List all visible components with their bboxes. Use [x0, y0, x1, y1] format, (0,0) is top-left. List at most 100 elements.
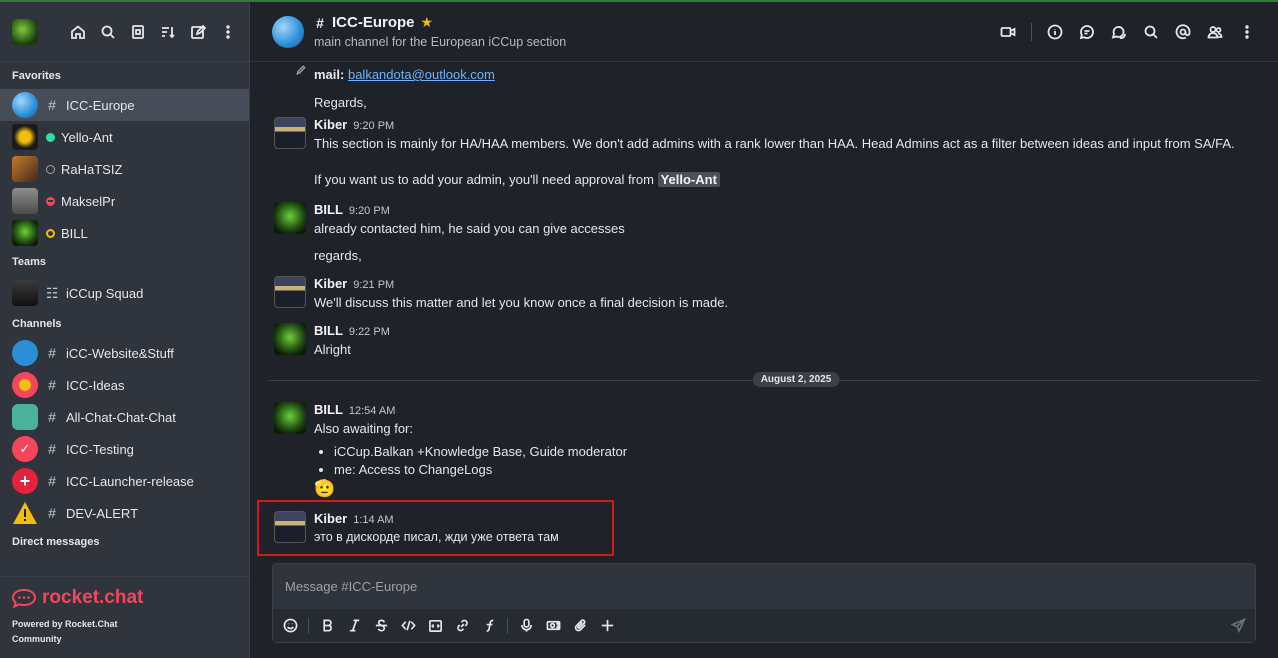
- hash-icon: #: [48, 441, 56, 457]
- sidebar-item-icc-website[interactable]: # iCC-Website&Stuff: [0, 337, 249, 369]
- plus-icon[interactable]: [598, 617, 616, 635]
- sidebar-item-yello-ant[interactable]: Yello-Ant: [0, 121, 249, 153]
- sidebar-item-icc-ideas[interactable]: # ICC-Ideas: [0, 369, 249, 401]
- sidebar-item-all-chat[interactable]: # All-Chat-Chat-Chat: [0, 401, 249, 433]
- message-text: already contacted him, he said you can g…: [314, 221, 625, 236]
- create-new-icon[interactable]: [189, 23, 207, 41]
- italic-icon[interactable]: [345, 617, 363, 635]
- attachment-icon[interactable]: [571, 617, 589, 635]
- brand-name: rocket.chat: [42, 587, 144, 608]
- discussion-icon[interactable]: [1110, 23, 1128, 41]
- toolbar-divider: [507, 617, 508, 634]
- sidebar-item-icc-launcher[interactable]: + # ICC-Launcher-release: [0, 465, 249, 497]
- mail-link[interactable]: balkandota@outlook.com: [348, 67, 495, 82]
- sidebar-item-icc-europe[interactable]: # ICC-Europe: [0, 89, 249, 121]
- link-icon[interactable]: [453, 617, 471, 635]
- search-icon[interactable]: [99, 23, 117, 41]
- message-text: Alright: [314, 342, 351, 357]
- sidebar-item-label: DEV-ALERT: [66, 505, 139, 521]
- home-icon[interactable]: [69, 23, 87, 41]
- user-avatar[interactable]: [274, 323, 306, 355]
- user-avatar[interactable]: [12, 18, 38, 45]
- channels-heading: Channels: [12, 318, 62, 330]
- message-input[interactable]: [273, 564, 1255, 608]
- sidebar: Favorites # ICC-Europe Yello-Ant RaHaTSI…: [0, 2, 250, 658]
- user-avatar[interactable]: [274, 276, 306, 308]
- community-label: Community: [12, 634, 62, 644]
- katex-icon[interactable]: [480, 617, 498, 635]
- more-options-icon[interactable]: [219, 23, 237, 41]
- date-label: August 2, 2025: [752, 372, 840, 387]
- inline-code-icon[interactable]: [399, 617, 417, 635]
- timestamp: 9:21 PM: [353, 279, 395, 291]
- bullet-list: iCCup.Balkan +Knowledge Base, Guide mode…: [334, 443, 1258, 479]
- mentions-icon[interactable]: [1174, 23, 1192, 41]
- message-list[interactable]: mail: balkandota@outlook.com Regards, Ki…: [250, 62, 1278, 552]
- username[interactable]: BILL: [314, 402, 343, 417]
- username[interactable]: BILL: [314, 323, 343, 338]
- kebab-menu-icon[interactable]: [1238, 23, 1256, 41]
- threads-icon[interactable]: [1078, 23, 1096, 41]
- message[interactable]: BILL 9:22 PM Alright: [274, 323, 1258, 358]
- user-avatar: [12, 124, 38, 150]
- user-mention[interactable]: Yello-Ant: [657, 172, 720, 187]
- message[interactable]: Kiber 9:21 PM We'll discuss this matter a…: [274, 276, 1258, 311]
- chat-bubbles-icon: [12, 404, 38, 430]
- favorites-heading: Favorites: [12, 70, 61, 82]
- hash-icon: #: [316, 14, 324, 31]
- username[interactable]: Kiber: [314, 117, 347, 132]
- sidebar-item-icc-testing[interactable]: ✓ # ICC-Testing: [0, 433, 249, 465]
- hash-icon: #: [48, 473, 56, 489]
- username[interactable]: Kiber: [314, 276, 347, 291]
- hash-icon: #: [48, 97, 56, 113]
- sidebar-item-makselpr[interactable]: MakselPr: [0, 185, 249, 217]
- sidebar-item-dev-alert[interactable]: # DEV-ALERT: [0, 497, 249, 529]
- message[interactable]: BILL 9:20 PM already contacted him, he sa…: [274, 202, 1258, 264]
- room-title[interactable]: ICC-Europe: [332, 14, 415, 31]
- sort-icon[interactable]: [159, 23, 177, 41]
- members-icon[interactable]: [1206, 23, 1224, 41]
- sidebar-item-rahatsiz[interactable]: RaHaTSIZ: [0, 153, 249, 185]
- timestamp: 9:20 PM: [353, 120, 395, 132]
- directory-icon[interactable]: [129, 23, 147, 41]
- teams-heading: Teams: [12, 256, 47, 268]
- team-icon: ☷: [46, 284, 59, 301]
- online-status-icon: [46, 132, 55, 142]
- sidebar-item-iccup-squad[interactable]: ☷ iCCup Squad: [0, 275, 249, 311]
- user-avatar[interactable]: [274, 117, 306, 149]
- emoji-icon[interactable]: [281, 617, 299, 635]
- sidebar-item-bill[interactable]: BILL: [0, 217, 249, 249]
- star-icon[interactable]: ★: [421, 14, 434, 31]
- user-avatar: [12, 188, 38, 214]
- video-message-icon[interactable]: [544, 617, 562, 635]
- strikethrough-icon[interactable]: [372, 617, 390, 635]
- room-avatar[interactable]: [272, 15, 304, 48]
- timestamp: 9:20 PM: [348, 205, 390, 217]
- sidebar-item-label: BILL: [61, 225, 88, 241]
- user-avatar[interactable]: [274, 402, 306, 434]
- message-text: If you want us to add your admin, you'll…: [314, 172, 654, 187]
- sidebar-item-label: ICC-Launcher-release: [66, 473, 194, 489]
- message[interactable]: Kiber 9:20 PM This section is mainly for …: [274, 117, 1258, 188]
- bold-icon[interactable]: [318, 617, 336, 635]
- code-block-icon[interactable]: [426, 617, 444, 635]
- message-continuation[interactable]: mail: balkandota@outlook.com Regards,: [274, 62, 1258, 111]
- sidebar-item-label: iCCup Squad: [66, 285, 144, 301]
- microphone-icon[interactable]: [517, 617, 535, 635]
- message[interactable]: BILL 12:54 AM Also awaiting for: iCCup.Ba…: [274, 402, 1258, 499]
- info-icon[interactable]: [1046, 23, 1064, 41]
- busy-status-icon: [46, 196, 55, 206]
- saluting-emoji: 🫡: [314, 479, 336, 498]
- composer-toolbar: [273, 608, 1255, 642]
- user-avatar[interactable]: [274, 202, 306, 234]
- send-icon[interactable]: [1229, 617, 1247, 635]
- offline-status-icon: [46, 164, 55, 174]
- search-icon[interactable]: [1142, 23, 1160, 41]
- video-call-icon[interactable]: [999, 23, 1017, 41]
- team-avatar: [12, 280, 38, 306]
- toolbar-divider: [308, 617, 309, 634]
- username[interactable]: BILL: [314, 202, 343, 217]
- sidebar-item-label: RaHaTSIZ: [61, 161, 123, 177]
- edited-pencil-icon: [292, 62, 310, 79]
- list-item: iCCup.Balkan +Knowledge Base, Guide mode…: [334, 443, 1258, 461]
